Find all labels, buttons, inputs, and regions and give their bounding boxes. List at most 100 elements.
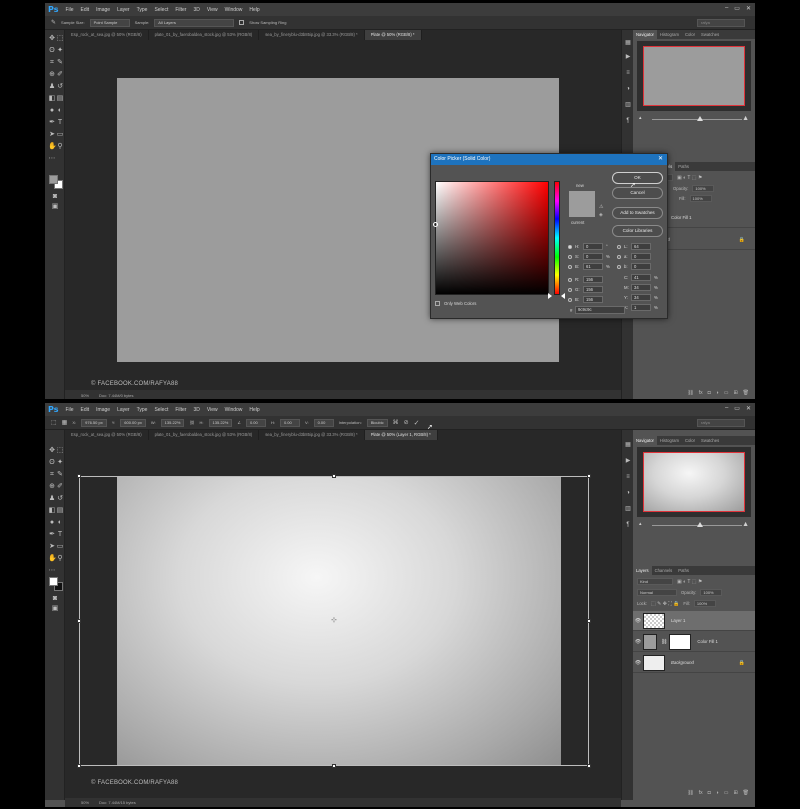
search-input[interactable]: rafya bbox=[697, 19, 745, 27]
navigator-zoom-slider[interactable]: ▴ ▲ bbox=[637, 521, 751, 529]
screen-mode-icon[interactable]: ▣ bbox=[51, 203, 59, 211]
styles-panel-icon[interactable]: ▥ bbox=[625, 102, 631, 108]
height-input[interactable]: 135.22% bbox=[208, 418, 233, 427]
new-group-icon[interactable]: ▭ bbox=[724, 790, 729, 798]
add-to-swatches-button[interactable]: Add to Swatches bbox=[612, 207, 663, 219]
filter-kind-select[interactable]: Kind bbox=[637, 578, 673, 585]
menu-type[interactable]: Type bbox=[137, 407, 148, 413]
hue-slider-arrow-right[interactable] bbox=[561, 293, 565, 299]
zoom-in-icon[interactable]: ▲ bbox=[742, 521, 749, 528]
pen-tool-icon[interactable]: ✒ bbox=[48, 531, 56, 539]
transform-handle-top[interactable] bbox=[332, 474, 336, 478]
eyedropper-tool-preset-icon[interactable]: ✎ bbox=[51, 19, 56, 26]
adjustments-panel-icon[interactable]: ◑ bbox=[625, 490, 631, 496]
v-skew-input[interactable]: 0.00 bbox=[313, 418, 334, 427]
move-tool-icon[interactable]: ✥ bbox=[48, 35, 56, 43]
b-channel-input[interactable]: 0 bbox=[631, 263, 651, 270]
filter-icons[interactable]: ▣ ◐ T ⬚ ⚑ bbox=[677, 579, 702, 585]
tab-channels[interactable]: Channels bbox=[652, 566, 676, 575]
tab-swatches[interactable]: Swatches bbox=[698, 436, 722, 445]
black-input[interactable]: 1 bbox=[631, 304, 651, 311]
pen-tool-icon[interactable]: ✒ bbox=[48, 119, 56, 127]
paragraph-panel-icon[interactable]: ¶ bbox=[625, 522, 631, 528]
angle-input[interactable]: 0.00 bbox=[245, 418, 266, 427]
menu-filter[interactable]: Filter bbox=[175, 407, 186, 413]
menu-edit[interactable]: Edit bbox=[81, 407, 90, 413]
zoom-out-icon[interactable]: ▴ bbox=[639, 115, 642, 121]
navigator-view-box[interactable] bbox=[643, 46, 745, 106]
more-tools-icon[interactable]: ⋯ bbox=[48, 155, 56, 163]
x-input[interactable]: 976.50 px bbox=[81, 418, 107, 427]
menu-select[interactable]: Select bbox=[154, 7, 168, 13]
path-selection-icon[interactable]: ➤ bbox=[48, 543, 56, 551]
properties-panel-icon[interactable]: ≡ bbox=[625, 70, 631, 76]
tab-histogram[interactable]: Histogram bbox=[657, 436, 682, 445]
actions-panel-icon[interactable]: ▶ bbox=[625, 458, 631, 464]
visibility-eye-icon[interactable]: 👁 bbox=[633, 660, 643, 666]
zoom-level[interactable]: 50% bbox=[81, 800, 89, 805]
saturation-brightness-field[interactable] bbox=[433, 181, 549, 295]
history-panel-icon[interactable]: ▦ bbox=[625, 40, 631, 46]
sampling-ring-checkbox[interactable] bbox=[239, 20, 245, 25]
layer-style-icon[interactable]: fx bbox=[699, 390, 703, 398]
type-tool-icon[interactable]: T bbox=[56, 531, 64, 539]
foreground-color-swatch[interactable] bbox=[49, 577, 58, 586]
lock-icons[interactable]: ⬚ ✎ ✥ ⛶ 🔒 bbox=[651, 601, 679, 607]
zoom-in-icon[interactable]: ▲ bbox=[742, 115, 749, 122]
color-libraries-button[interactable]: Color Libraries bbox=[612, 225, 663, 237]
minimize-button[interactable]: – bbox=[725, 5, 728, 12]
healing-brush-icon[interactable]: ⊕ bbox=[48, 483, 56, 491]
search-input[interactable]: rafya bbox=[697, 419, 745, 427]
y-input[interactable]: 600.00 px bbox=[120, 418, 146, 427]
hue-slider[interactable] bbox=[554, 181, 560, 295]
layer-row[interactable]: 👁 Background 🔒 bbox=[633, 653, 755, 673]
warp-mode-icon[interactable]: ⌘ bbox=[393, 419, 399, 426]
clone-stamp-icon[interactable]: ♟ bbox=[48, 83, 56, 91]
sample-select[interactable]: All Layers bbox=[154, 18, 235, 27]
green-input[interactable]: 156 bbox=[583, 286, 603, 293]
eraser-tool-icon[interactable]: ◧ bbox=[48, 507, 56, 515]
properties-panel-icon[interactable]: ≡ bbox=[625, 474, 631, 480]
blue-input[interactable]: 156 bbox=[583, 296, 603, 303]
crop-tool-icon[interactable]: ⌗ bbox=[48, 471, 56, 479]
type-tool-icon[interactable]: T bbox=[56, 119, 64, 127]
brush-tool-icon[interactable]: ✐ bbox=[56, 483, 64, 491]
marquee-tool-icon[interactable]: ⬚ bbox=[56, 35, 64, 43]
hue-slider-arrow-left[interactable] bbox=[548, 293, 552, 299]
link-icon[interactable]: ⛓ bbox=[189, 420, 194, 425]
tab-esp-rock[interactable]: Esp_rock_at_sea.jpg @ 50% (RGB/8) bbox=[65, 30, 149, 40]
screen-mode-icon[interactable]: ▣ bbox=[51, 605, 59, 613]
lightness-input[interactable]: 64 bbox=[631, 243, 651, 250]
tab-plate[interactable]: Plate @ 50% (RGB/8) * bbox=[364, 30, 422, 40]
tab-paths[interactable]: Paths bbox=[675, 162, 692, 171]
dodge-tool-icon[interactable]: ◐ bbox=[56, 107, 64, 115]
history-panel-icon[interactable]: ▦ bbox=[625, 442, 631, 448]
tab-navigator[interactable]: Navigator bbox=[633, 30, 657, 39]
transform-handle-left[interactable] bbox=[77, 619, 81, 623]
out-of-gamut-icon[interactable]: ⚠ bbox=[599, 204, 603, 210]
menu-select[interactable]: Select bbox=[154, 407, 168, 413]
hand-tool-icon[interactable]: ✋ bbox=[48, 555, 57, 563]
rectangle-tool-icon[interactable]: ▭ bbox=[56, 131, 64, 139]
blend-mode-select[interactable]: Normal bbox=[637, 589, 677, 596]
menu-file[interactable]: File bbox=[65, 7, 73, 13]
menu-view[interactable]: View bbox=[207, 407, 218, 413]
adjustment-layer-icon[interactable]: ◑ bbox=[716, 790, 719, 798]
filter-icons[interactable]: ▣ ◐ T ⬚ ⚑ bbox=[677, 175, 702, 181]
web-safe-cube-icon[interactable]: ◈ bbox=[599, 212, 603, 218]
b-channel-radio[interactable] bbox=[617, 265, 621, 269]
transform-handle-bottom[interactable] bbox=[332, 764, 336, 768]
transform-handle-bottom-right[interactable] bbox=[587, 764, 591, 768]
new-layer-icon[interactable]: ⊞ bbox=[733, 390, 737, 398]
visibility-eye-icon[interactable]: 👁 bbox=[633, 639, 643, 645]
gradient-tool-icon[interactable]: ▤ bbox=[56, 95, 64, 103]
menu-view[interactable]: View bbox=[207, 7, 218, 13]
opacity-input[interactable]: 100% bbox=[700, 589, 723, 596]
zoom-level[interactable]: 50% bbox=[81, 393, 89, 398]
magic-wand-icon[interactable]: ✦ bbox=[56, 47, 64, 55]
crop-tool-icon[interactable]: ⌗ bbox=[48, 59, 56, 67]
zoom-tool-icon[interactable]: ⚲ bbox=[56, 555, 64, 563]
tab-color[interactable]: Color bbox=[682, 30, 698, 39]
path-selection-icon[interactable]: ➤ bbox=[48, 131, 56, 139]
transform-handle-top-right[interactable] bbox=[587, 474, 591, 478]
